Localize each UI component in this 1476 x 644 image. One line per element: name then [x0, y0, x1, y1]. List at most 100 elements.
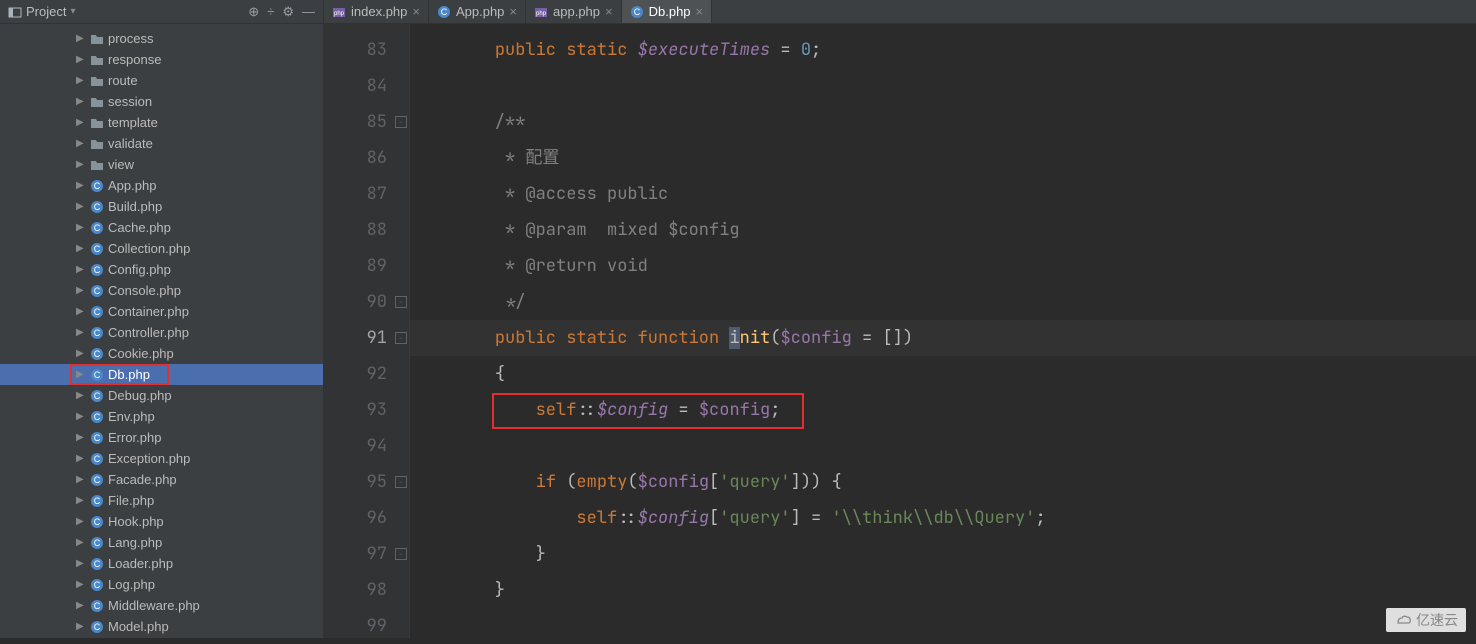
- folder-icon: [90, 32, 104, 46]
- svg-text:C: C: [94, 601, 101, 611]
- code-line[interactable]: {: [410, 356, 1476, 392]
- chevron-right-icon: ▶: [76, 558, 86, 569]
- tree-item-hook-php[interactable]: ▶CHook.php: [0, 511, 323, 532]
- tab-index-php[interactable]: phpindex.php×: [324, 0, 429, 23]
- tree-item-route[interactable]: ▶route: [0, 70, 323, 91]
- tree-item-db-php[interactable]: ▶CDb.php: [0, 364, 323, 385]
- tree-item-facade-php[interactable]: ▶CFacade.php: [0, 469, 323, 490]
- chevron-right-icon: ▶: [76, 96, 86, 107]
- tab-app-php[interactable]: phpapp.php×: [526, 0, 622, 23]
- code-line[interactable]: * @access public: [410, 176, 1476, 212]
- fold-icon[interactable]: −: [395, 332, 407, 344]
- fold-icon[interactable]: −: [395, 116, 407, 128]
- class-icon: C: [90, 263, 104, 277]
- dropdown-icon[interactable]: ▾: [70, 6, 75, 17]
- line-number: 91−: [324, 320, 409, 356]
- code-line[interactable]: * 配置: [410, 140, 1476, 176]
- svg-text:C: C: [94, 391, 101, 401]
- tree-item-log-php[interactable]: ▶CLog.php: [0, 574, 323, 595]
- tree-item-cookie-php[interactable]: ▶CCookie.php: [0, 343, 323, 364]
- code-line[interactable]: public static function init($config = []…: [410, 320, 1476, 356]
- tree-item-model-php[interactable]: ▶CModel.php: [0, 616, 323, 637]
- close-icon[interactable]: ×: [412, 4, 420, 19]
- code-line[interactable]: }: [410, 536, 1476, 572]
- chevron-right-icon: ▶: [76, 306, 86, 317]
- svg-text:C: C: [94, 454, 101, 464]
- fold-icon[interactable]: −: [395, 476, 407, 488]
- project-title[interactable]: Project: [26, 4, 66, 19]
- tree-item-response[interactable]: ▶response: [0, 49, 323, 70]
- tree-item-file-php[interactable]: ▶CFile.php: [0, 490, 323, 511]
- class-icon: C: [90, 305, 104, 319]
- svg-text:C: C: [94, 244, 101, 254]
- chevron-right-icon: ▶: [76, 411, 86, 422]
- tree-item-label: process: [108, 31, 154, 46]
- code-line[interactable]: * @param mixed $config: [410, 212, 1476, 248]
- code-line[interactable]: [410, 608, 1476, 644]
- top-bar: Project ▾ ⊕ ÷ ⚙ — phpindex.php×CApp.php×…: [0, 0, 1476, 24]
- tree-item-env-php[interactable]: ▶CEnv.php: [0, 406, 323, 427]
- tree-item-middleware-php[interactable]: ▶CMiddleware.php: [0, 595, 323, 616]
- tree-item-collection-php[interactable]: ▶CCollection.php: [0, 238, 323, 259]
- line-number: 83: [324, 32, 409, 68]
- tree-item-exception-php[interactable]: ▶CException.php: [0, 448, 323, 469]
- code-line[interactable]: if (empty($config['query'])) {: [410, 464, 1476, 500]
- project-icon: [8, 5, 22, 19]
- tab-app-php[interactable]: CApp.php×: [429, 0, 526, 23]
- code-line[interactable]: [410, 68, 1476, 104]
- tab-db-php[interactable]: CDb.php×: [622, 0, 713, 23]
- class-icon: C: [90, 347, 104, 361]
- code-line[interactable]: */: [410, 284, 1476, 320]
- svg-text:C: C: [94, 223, 101, 233]
- folder-icon: [90, 137, 104, 151]
- class-icon: C: [437, 5, 451, 19]
- tree-item-process[interactable]: ▶process: [0, 28, 323, 49]
- tree-item-template[interactable]: ▶template: [0, 112, 323, 133]
- code-line[interactable]: * @return void: [410, 248, 1476, 284]
- code-line[interactable]: [410, 428, 1476, 464]
- svg-text:C: C: [94, 475, 101, 485]
- tree-item-validate[interactable]: ▶validate: [0, 133, 323, 154]
- tree-item-error-php[interactable]: ▶CError.php: [0, 427, 323, 448]
- tree-item-config-php[interactable]: ▶CConfig.php: [0, 259, 323, 280]
- tree-item-console-php[interactable]: ▶CConsole.php: [0, 280, 323, 301]
- tree-item-controller-php[interactable]: ▶CController.php: [0, 322, 323, 343]
- code-line[interactable]: self::$config['query'] = '\\think\\db\\Q…: [410, 500, 1476, 536]
- project-tree[interactable]: ▶process▶response▶route▶session▶template…: [0, 24, 324, 638]
- svg-text:C: C: [94, 349, 101, 359]
- locate-icon[interactable]: ⊕: [248, 4, 259, 20]
- class-icon: C: [90, 515, 104, 529]
- editor[interactable]: 838485−8687888990−91−92939495−9697−9899 …: [324, 24, 1476, 638]
- collapse-icon[interactable]: —: [302, 4, 315, 19]
- line-number: 92: [324, 356, 409, 392]
- code-line[interactable]: /**: [410, 104, 1476, 140]
- code-line[interactable]: self::$config = $config;: [410, 392, 1476, 428]
- tree-item-loader-php[interactable]: ▶CLoader.php: [0, 553, 323, 574]
- tree-item-container-php[interactable]: ▶CContainer.php: [0, 301, 323, 322]
- tree-item-debug-php[interactable]: ▶CDebug.php: [0, 385, 323, 406]
- tree-item-session[interactable]: ▶session: [0, 91, 323, 112]
- code-line[interactable]: }: [410, 572, 1476, 608]
- close-icon[interactable]: ×: [509, 4, 517, 19]
- class-icon: C: [90, 620, 104, 634]
- line-number: 89: [324, 248, 409, 284]
- tree-item-view[interactable]: ▶view: [0, 154, 323, 175]
- svg-text:C: C: [94, 370, 101, 380]
- split-icon[interactable]: ÷: [267, 4, 274, 19]
- tree-item-build-php[interactable]: ▶CBuild.php: [0, 196, 323, 217]
- code-area[interactable]: public static $executeTimes = 0; /** * 配…: [410, 24, 1476, 638]
- gear-icon[interactable]: ⚙: [282, 4, 294, 20]
- svg-text:C: C: [441, 7, 448, 17]
- tree-item-cache-php[interactable]: ▶CCache.php: [0, 217, 323, 238]
- fold-icon[interactable]: −: [395, 548, 407, 560]
- close-icon[interactable]: ×: [696, 4, 704, 19]
- close-icon[interactable]: ×: [605, 4, 613, 19]
- tree-item-app-php[interactable]: ▶CApp.php: [0, 175, 323, 196]
- chevron-right-icon: ▶: [76, 453, 86, 464]
- tree-item-lang-php[interactable]: ▶CLang.php: [0, 532, 323, 553]
- watermark: 亿速云: [1386, 608, 1466, 632]
- code-line[interactable]: public static $executeTimes = 0;: [410, 32, 1476, 68]
- fold-icon[interactable]: −: [395, 296, 407, 308]
- chevron-right-icon: ▶: [76, 432, 86, 443]
- gutter: 838485−8687888990−91−92939495−9697−9899: [324, 24, 410, 638]
